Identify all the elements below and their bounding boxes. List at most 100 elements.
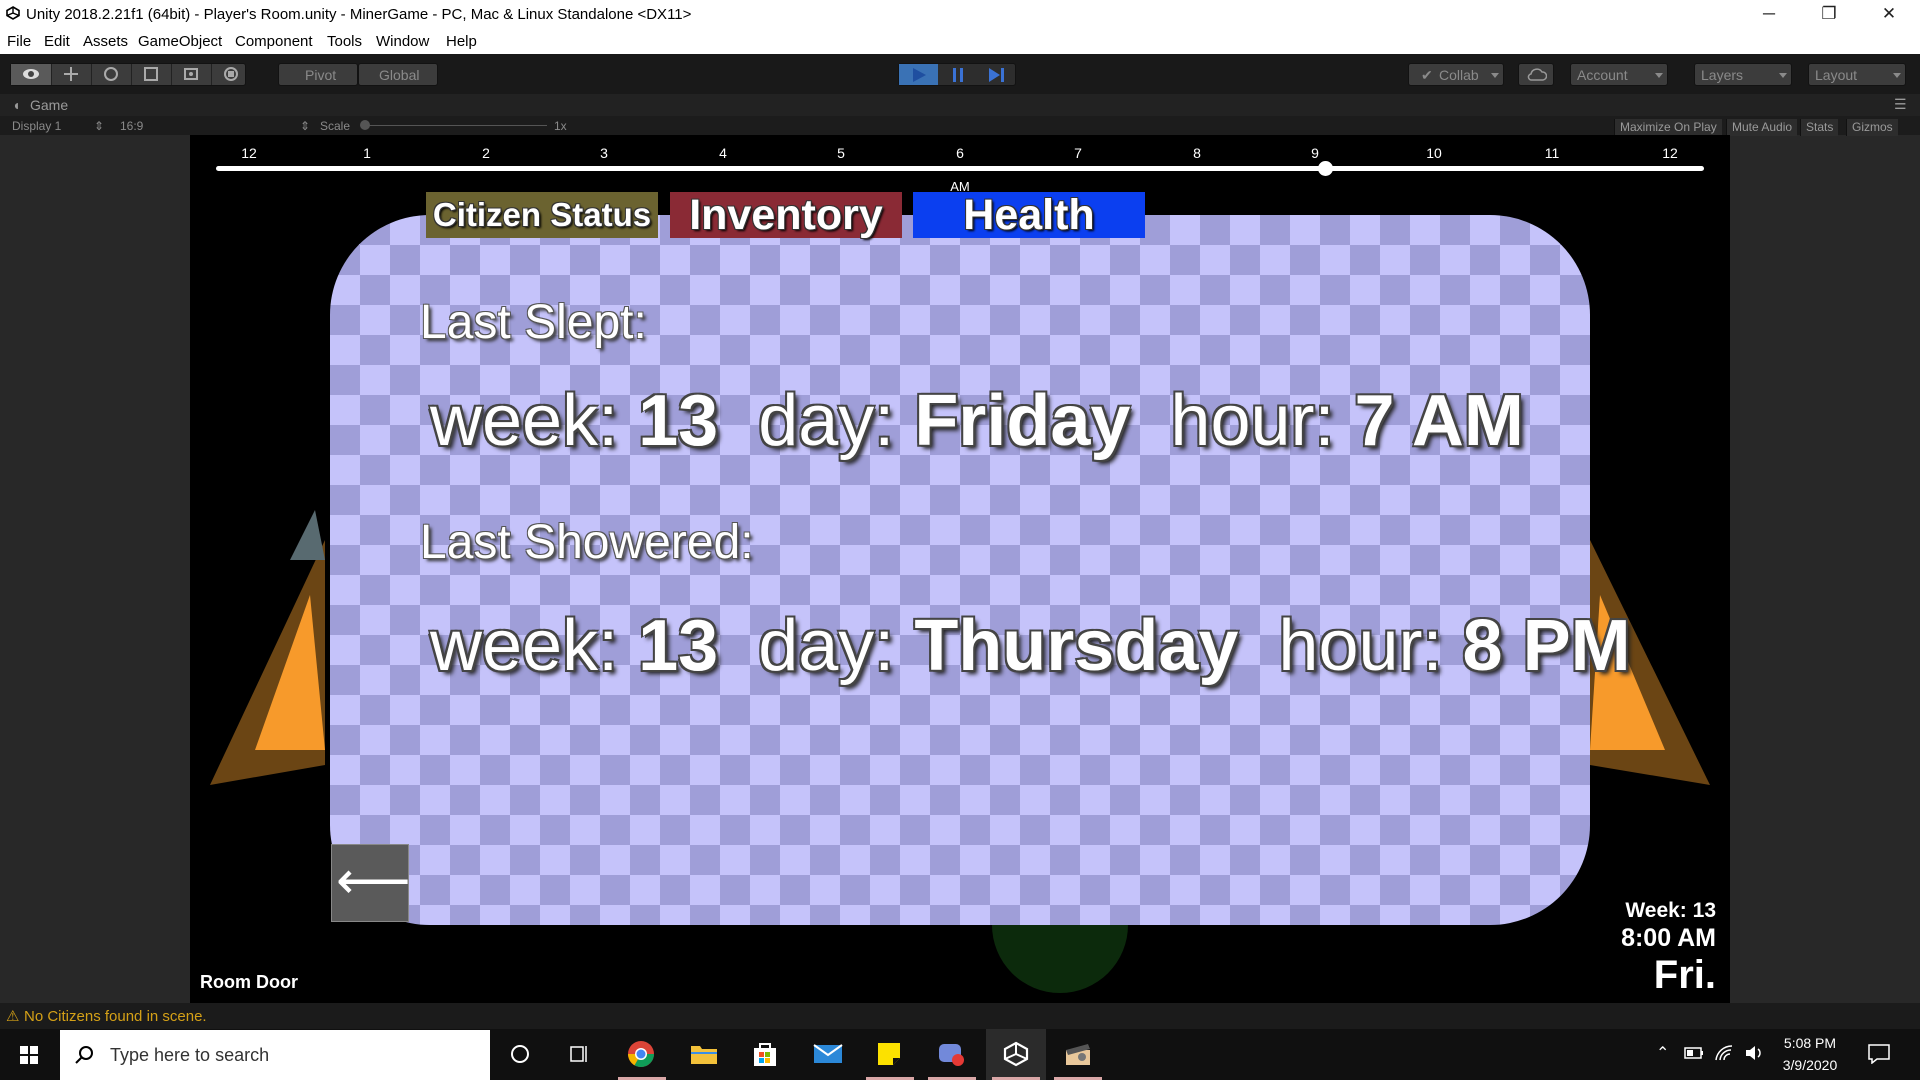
- week-value: 13: [638, 606, 719, 686]
- mail-button[interactable]: [798, 1029, 858, 1080]
- clapperboard-icon: [1066, 1044, 1090, 1065]
- game-viewport[interactable]: 12 1 2 3 4 5 6 7 8 9 10 11 12 AM Last Sl…: [190, 135, 1730, 1003]
- task-view-button[interactable]: [550, 1029, 610, 1080]
- play-icon: [913, 68, 926, 82]
- tray-time[interactable]: 5:08 PM: [1770, 1035, 1850, 1051]
- tab-menu-icon[interactable]: ☰: [1894, 96, 1907, 113]
- unity-taskbar-button[interactable]: [986, 1029, 1046, 1080]
- display-dropdown[interactable]: Display 1: [12, 119, 61, 133]
- taskbar-search-box[interactable]: Type here to search: [60, 1030, 490, 1080]
- restore-button[interactable]: ❐: [1800, 0, 1858, 29]
- check-icon: ✔: [1421, 67, 1433, 83]
- view-tool[interactable]: [11, 64, 52, 85]
- chrome-taskbar-button[interactable]: [612, 1029, 672, 1080]
- close-button[interactable]: ✕: [1860, 0, 1918, 29]
- hour-label: 12: [1662, 145, 1678, 161]
- menu-help[interactable]: Help: [446, 33, 477, 50]
- menu-window[interactable]: Window: [376, 33, 429, 50]
- file-explorer-button[interactable]: [674, 1029, 734, 1080]
- aspect-dropdown-arrow-icon: ⇕: [300, 119, 311, 133]
- game-view-tab-bar: ◖ Game ☰: [0, 94, 1920, 116]
- task-view-icon: [570, 1046, 587, 1062]
- pivot-toggle[interactable]: Pivot: [278, 63, 358, 86]
- windows-logo-icon: [20, 1046, 38, 1064]
- menu-file[interactable]: File: [7, 33, 31, 50]
- layout-dropdown[interactable]: Layout: [1808, 63, 1906, 86]
- store-button[interactable]: [736, 1029, 796, 1080]
- week-key: week:: [430, 606, 619, 686]
- console-status-bar[interactable]: ⚠ No Citizens found in scene.: [0, 1003, 1920, 1029]
- back-arrow-icon: ⟵: [336, 852, 411, 910]
- tray-date[interactable]: 3/9/2020: [1770, 1057, 1850, 1073]
- minimize-button[interactable]: ─: [1740, 0, 1798, 29]
- rect-tool[interactable]: [171, 64, 212, 85]
- layers-label: Layers: [1701, 67, 1744, 83]
- sticky-notes-button[interactable]: [860, 1029, 920, 1080]
- start-button[interactable]: [0, 1029, 58, 1080]
- search-placeholder: Type here to search: [110, 1045, 270, 1065]
- window-title: Unity 2018.2.21f1 (64bit) - Player's Roo…: [26, 6, 692, 23]
- display-dropdown-arrow-icon: ⇕: [94, 119, 105, 133]
- wifi-icon[interactable]: [1714, 1044, 1734, 1062]
- status-message: No Citizens found in scene.: [24, 1008, 207, 1025]
- time-slider-handle[interactable]: [1317, 161, 1333, 176]
- hour-label: 10: [1426, 145, 1442, 161]
- account-dropdown[interactable]: Account: [1570, 63, 1668, 86]
- location-label: Room Door: [200, 972, 298, 992]
- stats-toggle[interactable]: Stats: [1800, 119, 1839, 136]
- battery-icon[interactable]: [1684, 1046, 1704, 1060]
- play-button[interactable]: [899, 64, 938, 85]
- game-app-icon: [939, 1044, 964, 1066]
- transform-tool[interactable]: [211, 64, 245, 85]
- menu-gameobject[interactable]: GameObject: [138, 33, 222, 50]
- menu-component[interactable]: Component: [235, 33, 313, 50]
- cloud-button[interactable]: [1518, 63, 1554, 86]
- tab-inventory[interactable]: Inventory: [670, 192, 902, 238]
- global-toggle[interactable]: Global: [358, 63, 438, 86]
- tab-game[interactable]: Game: [30, 97, 68, 113]
- tray-expand-icon[interactable]: ⌃: [1656, 1043, 1669, 1063]
- rotate-tool[interactable]: [91, 64, 132, 85]
- time-slider-track[interactable]: [216, 166, 1704, 171]
- global-label: Global: [379, 67, 420, 83]
- week-value: 13: [638, 381, 719, 461]
- transform-icon: [224, 67, 238, 81]
- menu-assets[interactable]: Assets: [83, 33, 128, 50]
- dropdown-arrow-icon: [1893, 73, 1901, 78]
- back-button[interactable]: ⟵: [331, 844, 411, 922]
- notifications-icon[interactable]: [1868, 1044, 1890, 1064]
- collab-dropdown[interactable]: ✔ Collab: [1408, 63, 1504, 86]
- hour-label: 7: [1074, 145, 1082, 161]
- hour-key: hour:: [1278, 606, 1443, 686]
- media-app-button[interactable]: [1048, 1029, 1108, 1080]
- day-value: Thursday: [914, 606, 1239, 686]
- volume-icon[interactable]: [1744, 1044, 1764, 1062]
- pause-button[interactable]: [938, 64, 977, 85]
- layers-dropdown[interactable]: Layers: [1694, 63, 1792, 86]
- game-view-controls: Display 1 ⇕ 16:9 ⇕ Scale 1x Maximize On …: [0, 116, 1920, 136]
- scale-tool[interactable]: [131, 64, 172, 85]
- window-title-bar: Unity 2018.2.21f1 (64bit) - Player's Roo…: [0, 0, 1920, 29]
- scale-slider-thumb[interactable]: [360, 120, 370, 130]
- tab-health[interactable]: Health: [913, 192, 1145, 238]
- cortana-button[interactable]: [490, 1029, 550, 1080]
- gizmos-dropdown[interactable]: Gizmos: [1846, 119, 1898, 136]
- step-button[interactable]: [977, 64, 1016, 85]
- scale-slider-track[interactable]: [362, 125, 547, 126]
- aspect-dropdown[interactable]: 16:9: [120, 119, 143, 133]
- hour-label: 11: [1544, 145, 1560, 161]
- maximize-on-play-toggle[interactable]: Maximize On Play: [1614, 119, 1722, 136]
- tab-citizen-status[interactable]: Citizen Status: [426, 192, 658, 238]
- rotate-icon: [104, 67, 118, 81]
- move-tool[interactable]: [51, 64, 92, 85]
- app-taskbar-button[interactable]: [922, 1029, 982, 1080]
- account-label: Account: [1577, 67, 1628, 83]
- menu-tools[interactable]: Tools: [327, 33, 362, 50]
- last-slept-label: Last Slept:: [420, 296, 647, 349]
- cloud-icon: [1527, 68, 1547, 81]
- mute-audio-toggle[interactable]: Mute Audio: [1726, 119, 1798, 136]
- menu-edit[interactable]: Edit: [44, 33, 70, 50]
- windows-taskbar: Type here to search ⌃ 5:08 PM 3/9/2020: [0, 1029, 1920, 1080]
- hour-value: 7 AM: [1354, 381, 1524, 461]
- last-slept-value: week: 13 day: Friday hour: 7 AM: [430, 380, 1524, 462]
